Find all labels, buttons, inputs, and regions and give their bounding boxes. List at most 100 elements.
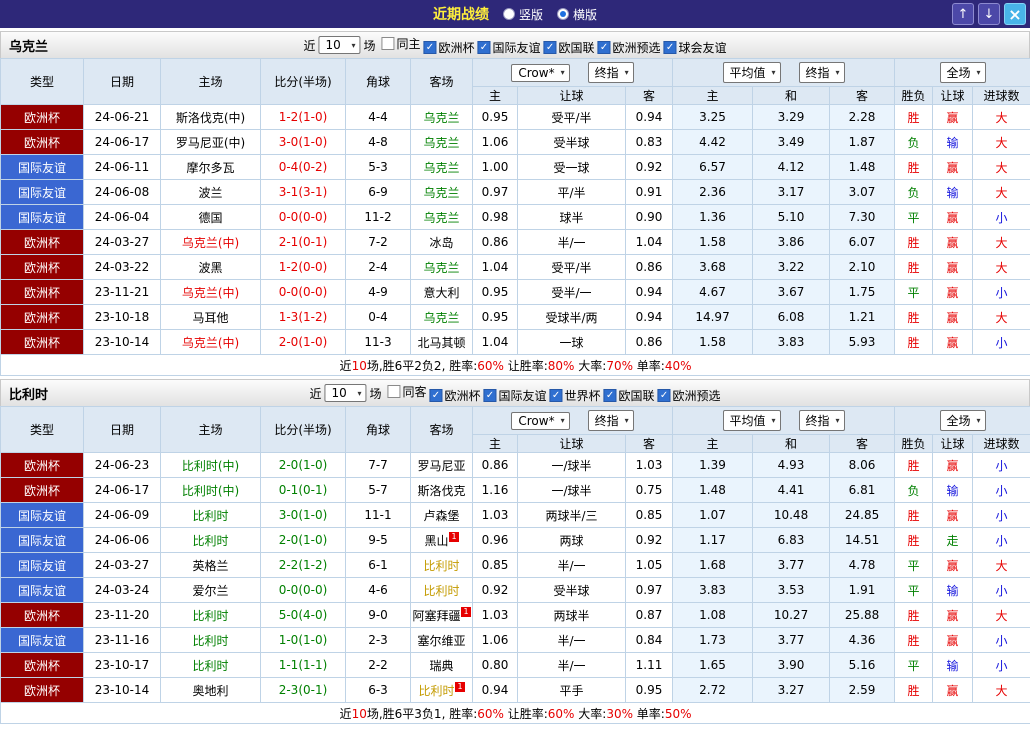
euro-time-select[interactable]: 终指▾: [799, 410, 845, 431]
asian-handicap-line: 一球: [518, 330, 626, 355]
result-goals: 小: [973, 330, 1030, 355]
filter-checkbox[interactable]: ✓国际友谊: [484, 387, 547, 404]
corner-score: 11-1: [346, 503, 411, 528]
match-score: 0-0(0-0): [261, 578, 346, 603]
competition-type: 欧洲杯: [1, 130, 84, 155]
euro-source-select[interactable]: 平均值▾: [723, 410, 781, 431]
radio-vertical-layout[interactable]: 竖版: [503, 6, 543, 23]
home-team: 斯洛伐克(中): [161, 105, 261, 130]
scroll-up-button[interactable]: ↑: [952, 3, 974, 25]
asian-handicap-line: 半/一: [518, 553, 626, 578]
result-group: 全场▾: [895, 59, 1030, 87]
odds-time-select[interactable]: 终指▾: [588, 410, 634, 431]
asian-home-odds: 0.95: [473, 280, 518, 305]
away-team-name: 比利时: [418, 684, 454, 698]
summary-segment: 大率:: [574, 707, 606, 721]
scope-select-value: 全场: [947, 64, 971, 81]
filter-checkbox[interactable]: ✓欧国联: [544, 39, 595, 56]
away-team: 乌克兰: [411, 180, 473, 205]
filter-checkbox[interactable]: 同客: [387, 383, 426, 400]
asian-home-odds: 0.98: [473, 205, 518, 230]
euro-source-select[interactable]: 平均值▾: [723, 62, 781, 83]
odds-time-select[interactable]: 终指 ▾: [588, 62, 634, 83]
near-count-select[interactable]: 10 ▾: [324, 384, 366, 402]
euro-time-select[interactable]: 终指▾: [799, 62, 845, 83]
panel-title: 近期战绩: [433, 4, 489, 24]
euro-home-odds: 1.58: [673, 330, 753, 355]
record-summary: 近10场,胜6平3负1, 胜率:60% 让胜率:60% 大率:30% 单率:50…: [1, 703, 1030, 724]
scope-select[interactable]: 全场▾: [940, 410, 986, 431]
euro-draw-odds: 3.27: [753, 678, 830, 703]
result-outcome: 平: [895, 578, 933, 603]
result-handicap: 赢: [933, 453, 973, 478]
euro-away-odds: 2.59: [830, 678, 895, 703]
scope-select-value: 全场: [947, 412, 971, 429]
summary-segment: 场,胜6平2负2, 胜率:: [367, 359, 477, 373]
asian-home-odds: 0.80: [473, 653, 518, 678]
asian-handicap-line: 受半/一: [518, 280, 626, 305]
asian-handicap-line: 两球: [518, 528, 626, 553]
match-date: 23-11-16: [84, 628, 161, 653]
euro-home-odds: 14.97: [673, 305, 753, 330]
checkbox-checked-icon: ✓: [658, 389, 671, 402]
filter-checkbox[interactable]: ✓欧洲杯: [423, 39, 474, 56]
summary-segment: 单率:: [633, 707, 665, 721]
competition-type: 国际友谊: [1, 180, 84, 205]
odds-time-value: 终指: [595, 64, 619, 81]
result-handicap: 输: [933, 180, 973, 205]
down-arrow-icon: ↓: [984, 7, 995, 22]
asian-handicap-line: 一/球半: [518, 453, 626, 478]
match-score: 1-0(1-0): [261, 628, 346, 653]
filter-checkbox[interactable]: 同主: [381, 35, 420, 52]
away-team: 黑山1: [411, 528, 473, 553]
radio-horizontal-layout[interactable]: 横版: [557, 6, 597, 23]
match-score: 2-0(1-0): [261, 330, 346, 355]
euro-away-odds: 1.75: [830, 280, 895, 305]
away-team-name: 比利时: [423, 584, 459, 598]
euro-away-odds: 14.51: [830, 528, 895, 553]
col-home: 主场: [161, 59, 261, 105]
euro-home-odds: 3.83: [673, 578, 753, 603]
bookmaker-select[interactable]: Crow*▾: [511, 64, 569, 82]
euro-away-odds: 8.06: [830, 453, 895, 478]
filter-checkbox[interactable]: ✓欧洲杯: [429, 387, 480, 404]
col-score: 比分(半场): [261, 407, 346, 453]
summary-segment: 30%: [606, 707, 633, 721]
col-euro-home: 主: [673, 87, 753, 105]
result-goals: 小: [973, 528, 1030, 553]
euro-away-odds: 1.87: [830, 130, 895, 155]
bookmaker-select[interactable]: Crow*▾: [511, 412, 569, 430]
match-row: 欧洲杯24-06-21斯洛伐克(中)1-2(1-0)4-4乌克兰0.95受平/半…: [1, 105, 1030, 130]
scope-select[interactable]: 全场▾: [940, 62, 986, 83]
match-score: 3-0(1-0): [261, 130, 346, 155]
filter-checkbox[interactable]: ✓球会友谊: [664, 39, 727, 56]
match-date: 23-10-14: [84, 678, 161, 703]
filter-checkbox[interactable]: ✓欧国联: [604, 387, 655, 404]
asian-handicap-line: 半/一: [518, 628, 626, 653]
euro-draw-odds: 3.77: [753, 553, 830, 578]
euro-home-odds: 6.57: [673, 155, 753, 180]
filter-checkbox[interactable]: ✓欧洲预选: [598, 39, 661, 56]
chevron-down-icon: ▾: [625, 68, 629, 77]
near-count-select[interactable]: 10 ▾: [318, 36, 360, 54]
euro-time-value: 终指: [806, 412, 830, 429]
close-button[interactable]: ×: [1004, 3, 1026, 25]
chevron-down-icon: ▾: [836, 68, 840, 77]
asian-away-odds: 0.83: [626, 130, 673, 155]
asian-home-odds: 0.85: [473, 553, 518, 578]
match-row: 国际友谊24-03-24爱尔兰0-0(0-0)4-6比利时0.92受半球0.97…: [1, 578, 1030, 603]
filter-checkbox[interactable]: ✓世界杯: [550, 387, 601, 404]
filter-checkbox[interactable]: ✓欧洲预选: [658, 387, 721, 404]
result-handicap: 输: [933, 478, 973, 503]
away-team-name: 乌克兰: [423, 311, 459, 325]
corner-score: 2-2: [346, 653, 411, 678]
results-table: 类型 日期 主场 比分(半场) 角球 客场 Crow*▾ 终指▾ 平均值▾ 终指…: [0, 406, 1030, 724]
result-outcome: 平: [895, 653, 933, 678]
filter-label: 国际友谊: [493, 39, 541, 56]
corner-score: 7-2: [346, 230, 411, 255]
scroll-down-button[interactable]: ↓: [978, 3, 1000, 25]
col-home: 主场: [161, 407, 261, 453]
red-card-badge: 1: [455, 682, 464, 692]
home-team: 乌克兰(中): [161, 280, 261, 305]
filter-checkbox[interactable]: ✓国际友谊: [478, 39, 541, 56]
